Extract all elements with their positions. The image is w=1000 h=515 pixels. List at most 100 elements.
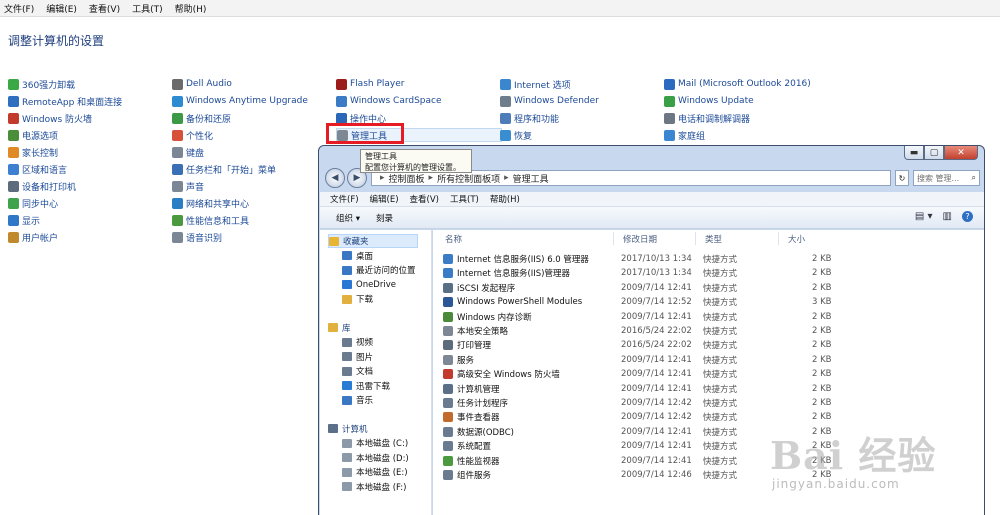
organize-button[interactable]: 组织 ▾ bbox=[336, 212, 360, 224]
help-icon[interactable]: ? bbox=[962, 211, 973, 222]
explorer-menu-help[interactable]: 帮助(H) bbox=[490, 193, 520, 205]
column-header-date[interactable]: 修改日期 bbox=[623, 233, 657, 245]
file-date: 2016/5/24 22:02 bbox=[621, 340, 692, 351]
back-button[interactable]: ◀ bbox=[325, 168, 345, 188]
control-panel-icon bbox=[500, 95, 511, 107]
close-button[interactable]: ✕ bbox=[944, 146, 978, 160]
cp-item[interactable]: Mail (Microsoft Outlook 2016) bbox=[664, 77, 811, 91]
menu-tools[interactable]: 工具(T) bbox=[132, 2, 163, 15]
control-panel-icon bbox=[664, 129, 675, 141]
cp-item-label: 任务栏和「开始」菜单 bbox=[186, 165, 277, 176]
nav-item[interactable]: 桌面 bbox=[342, 249, 373, 263]
cp-item-label: Mail (Microsoft Outlook 2016) bbox=[678, 79, 811, 89]
cp-item[interactable]: 性能信息和工具 bbox=[172, 213, 249, 227]
file-row[interactable]: Windows 内存诊断 2009/7/14 12:41 快捷方式 2 KB bbox=[443, 310, 843, 324]
cp-item[interactable]: 网络和共享中心 bbox=[172, 196, 249, 210]
column-header-type[interactable]: 类型 bbox=[705, 233, 722, 245]
cp-item[interactable]: 程序和功能 bbox=[500, 111, 559, 125]
nav-item[interactable]: 本地磁盘 (D:) bbox=[342, 451, 409, 465]
menu-edit[interactable]: 编辑(E) bbox=[46, 2, 77, 15]
cp-item[interactable]: 电源选项 bbox=[8, 128, 58, 142]
cp-item[interactable]: 电话和调制解调器 bbox=[664, 111, 750, 125]
file-type: 快捷方式 bbox=[703, 370, 738, 381]
shortcut-icon bbox=[443, 455, 453, 466]
maximize-button[interactable]: ▢ bbox=[924, 146, 944, 160]
cp-item[interactable]: 键盘 bbox=[172, 145, 204, 159]
nav-item[interactable]: 音乐 bbox=[342, 393, 373, 407]
minimize-button[interactable]: ▬ bbox=[904, 146, 924, 160]
breadcrumb-control-panel[interactable]: 控制面板 bbox=[389, 172, 425, 185]
nav-item[interactable]: 收藏夹 bbox=[328, 234, 418, 248]
cp-item[interactable]: 显示 bbox=[8, 213, 40, 227]
explorer-menu-view[interactable]: 查看(V) bbox=[410, 193, 439, 205]
cp-item[interactable]: 语音识别 bbox=[172, 230, 222, 244]
nav-item[interactable]: 本地磁盘 (E:) bbox=[342, 465, 408, 479]
file-size: 2 KB bbox=[812, 383, 832, 394]
file-row[interactable]: 计算机管理 2009/7/14 12:41 快捷方式 2 KB bbox=[443, 382, 843, 396]
file-row[interactable]: iSCSI 发起程序 2009/7/14 12:41 快捷方式 2 KB bbox=[443, 281, 843, 295]
file-row[interactable]: 本地安全策略 2016/5/24 22:02 快捷方式 2 KB bbox=[443, 324, 843, 338]
file-name: 事件查看器 bbox=[457, 413, 500, 424]
file-row[interactable]: Internet 信息服务(IIS) 6.0 管理器 2017/10/13 1:3… bbox=[443, 252, 843, 266]
cp-item[interactable]: Dell Audio bbox=[172, 77, 232, 91]
view-options-icon[interactable]: ▤ ▾ bbox=[915, 211, 933, 222]
nav-item[interactable]: 迅雷下载 bbox=[342, 379, 390, 393]
cp-item[interactable]: Windows Defender bbox=[500, 94, 599, 108]
cp-item[interactable]: Windows 防火墙 bbox=[8, 111, 92, 125]
breadcrumb-all-items[interactable]: 所有控制面板项 bbox=[437, 172, 500, 185]
shortcut-icon bbox=[443, 426, 453, 437]
file-row[interactable]: 高级安全 Windows 防火墙 2009/7/14 12:41 快捷方式 2 KB bbox=[443, 367, 843, 381]
cp-item[interactable]: 同步中心 bbox=[8, 196, 58, 210]
cp-item[interactable]: Windows Anytime Upgrade bbox=[172, 94, 308, 108]
nav-item[interactable]: 计算机 bbox=[328, 422, 368, 436]
cp-item[interactable]: Windows Update bbox=[664, 94, 754, 108]
search-icon[interactable]: ⌕ bbox=[972, 173, 976, 183]
cp-item[interactable]: 个性化 bbox=[172, 128, 213, 142]
file-name-cell: 性能监视器 bbox=[443, 455, 613, 467]
menu-help[interactable]: 帮助(H) bbox=[175, 2, 207, 15]
column-header-size[interactable]: 大小 bbox=[788, 233, 805, 245]
explorer-menu-file[interactable]: 文件(F) bbox=[330, 193, 359, 205]
cp-item[interactable]: RemoteApp 和桌面连接 bbox=[8, 94, 122, 108]
cp-item[interactable]: 恢复 bbox=[500, 128, 532, 142]
cp-item[interactable]: 声音 bbox=[172, 179, 204, 193]
cp-item[interactable]: 用户帐户 bbox=[8, 230, 58, 244]
column-header-name[interactable]: 名称 bbox=[445, 233, 462, 245]
nav-item[interactable]: 图片 bbox=[342, 350, 373, 364]
file-row[interactable]: 服务 2009/7/14 12:41 快捷方式 2 KB bbox=[443, 353, 843, 367]
file-row[interactable]: 打印管理 2016/5/24 22:02 快捷方式 2 KB bbox=[443, 338, 843, 352]
nav-item[interactable]: 最近访问的位置 bbox=[342, 263, 416, 277]
cp-item[interactable]: 家长控制 bbox=[8, 145, 58, 159]
cp-item[interactable]: 区域和语言 bbox=[8, 162, 67, 176]
menu-view[interactable]: 查看(V) bbox=[89, 2, 120, 15]
breadcrumb-admin-tools[interactable]: 管理工具 bbox=[513, 172, 549, 185]
file-row[interactable]: Windows PowerShell Modules 2009/7/14 12:5… bbox=[443, 295, 843, 309]
search-input[interactable]: 搜索 管理... ⌕ bbox=[913, 170, 980, 186]
nav-item[interactable]: 视频 bbox=[342, 335, 373, 349]
nav-item[interactable]: OneDrive bbox=[342, 278, 396, 292]
nav-item[interactable]: 本地磁盘 (C:) bbox=[342, 436, 408, 450]
cp-item-label: Flash Player bbox=[350, 79, 405, 89]
explorer-menu-edit[interactable]: 编辑(E) bbox=[370, 193, 399, 205]
preview-pane-icon[interactable]: ▥ bbox=[943, 211, 952, 222]
cp-item[interactable]: 家庭组 bbox=[664, 128, 705, 142]
menu-file[interactable]: 文件(F) bbox=[4, 2, 34, 15]
cp-item[interactable]: Internet 选项 bbox=[500, 77, 571, 91]
cp-item[interactable]: 任务栏和「开始」菜单 bbox=[172, 162, 276, 176]
file-name: 打印管理 bbox=[457, 341, 492, 352]
cp-item[interactable]: Windows CardSpace bbox=[336, 94, 442, 108]
cp-item-label: 用户帐户 bbox=[22, 233, 59, 244]
explorer-menu-tools[interactable]: 工具(T) bbox=[450, 193, 479, 205]
nav-item[interactable]: 本地磁盘 (F:) bbox=[342, 480, 406, 494]
nav-item[interactable]: 下载 bbox=[342, 292, 373, 306]
nav-item[interactable]: 文档 bbox=[342, 364, 373, 378]
cp-item[interactable]: 备份和还原 bbox=[172, 111, 231, 125]
cp-item[interactable]: 设备和打印机 bbox=[8, 179, 76, 193]
cp-item[interactable]: 360强力卸载 bbox=[8, 77, 75, 91]
refresh-button[interactable]: ↻ bbox=[895, 170, 909, 186]
file-row[interactable]: Internet 信息服务(IIS)管理器 2017/10/13 1:34 快捷方式… bbox=[443, 266, 843, 280]
nav-item[interactable]: 库 bbox=[328, 321, 351, 335]
cp-item-label: 360强力卸载 bbox=[22, 80, 76, 91]
burn-button[interactable]: 刻录 bbox=[376, 212, 393, 224]
cp-item[interactable]: Flash Player bbox=[336, 77, 404, 91]
